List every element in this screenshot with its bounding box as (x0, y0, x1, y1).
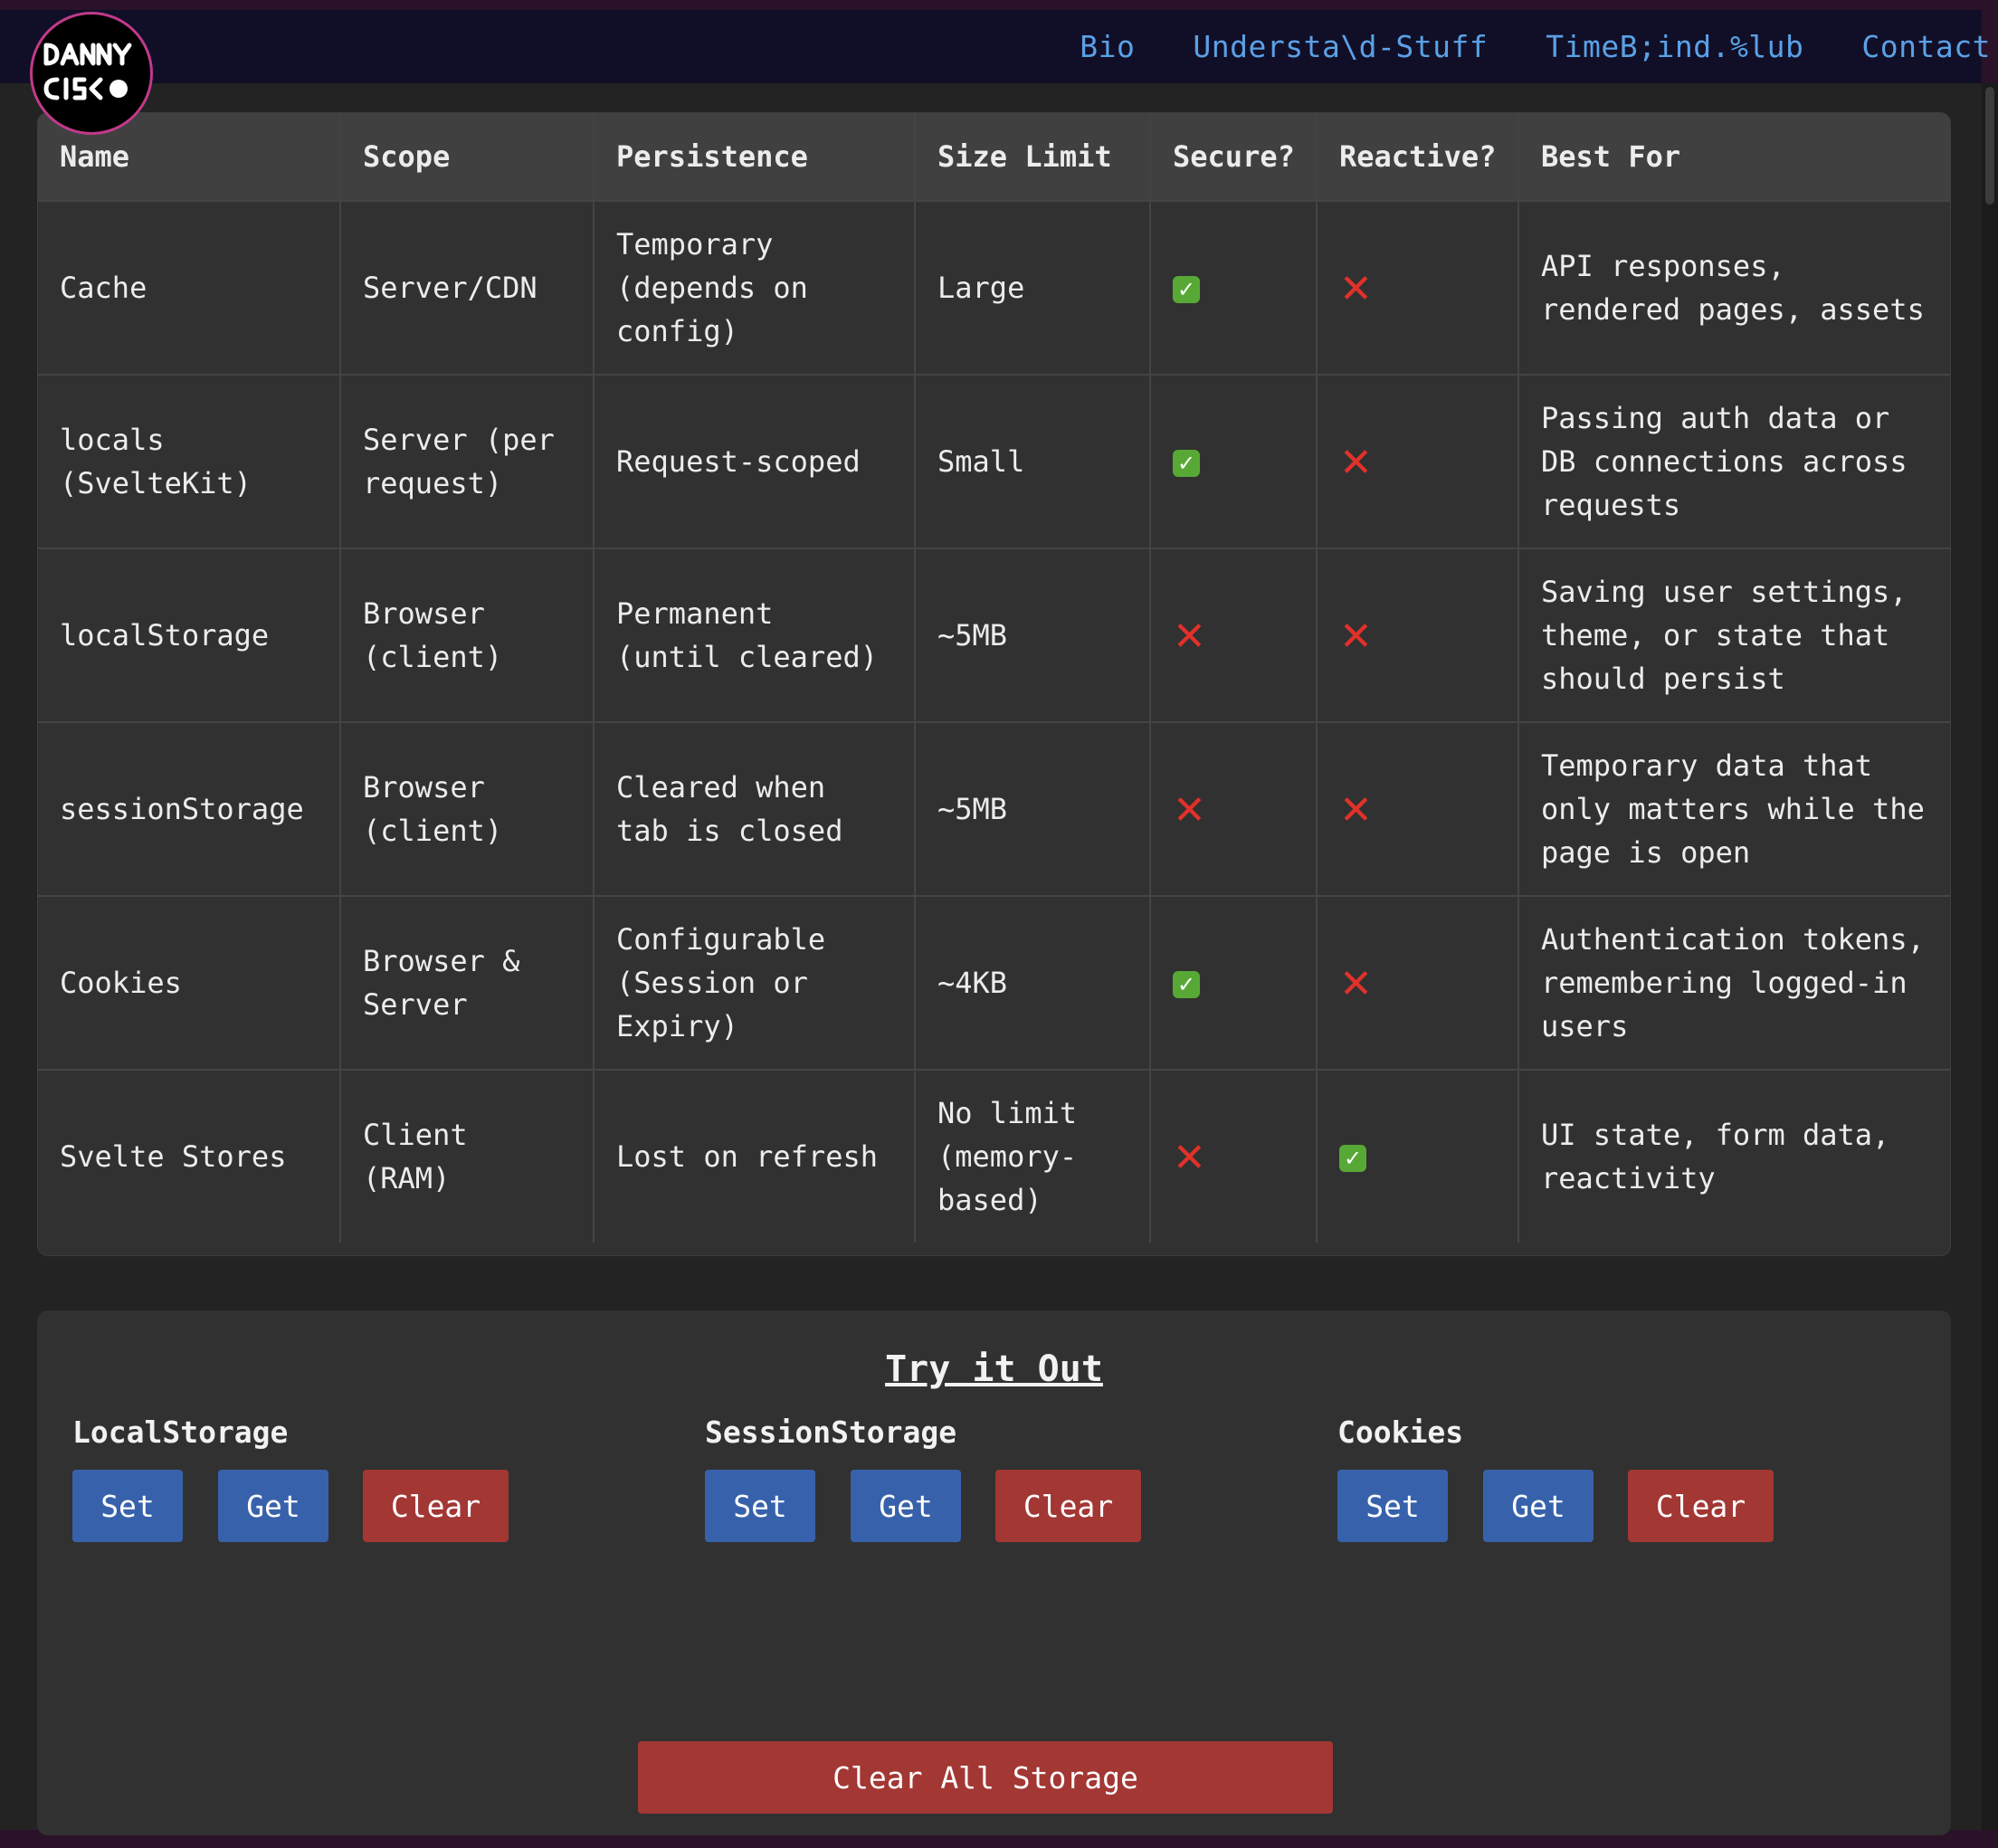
cross-icon: ✕ (1339, 440, 1373, 486)
cookies-set-button[interactable]: Set (1337, 1470, 1448, 1542)
cell-size-limit: ~5MB (914, 548, 1151, 723)
header-best-for: Best For (1518, 113, 1950, 202)
cell-name: Cookies (38, 895, 341, 1071)
nav-link-timebind-club[interactable]: TimeB;ind.%lub (1546, 29, 1803, 64)
nav-link-bio[interactable]: Bio (1080, 29, 1135, 64)
cell-name: Svelte Stores (38, 1069, 341, 1243)
table-row: Cache Server/CDN Temporary (depends on con… (38, 200, 1950, 376)
storage-comparison-table: Name Scope Persistence Size Limit Secure… (37, 112, 1951, 1256)
cell-secure: ✓ (1149, 374, 1318, 549)
localstorage-title: LocalStorage (72, 1415, 289, 1450)
table-row: Cookies Browser & Server Configurable (Ses… (38, 895, 1950, 1071)
check-icon: ✓ (1339, 1145, 1366, 1172)
cell-reactive: ✕ (1316, 374, 1519, 549)
sessionstorage-set-button[interactable]: Set (705, 1470, 815, 1542)
check-icon: ✓ (1173, 450, 1200, 477)
sessionstorage-get-button[interactable]: Get (851, 1470, 961, 1542)
cell-name: localStorage (38, 548, 341, 723)
cell-scope: Server/CDN (339, 200, 595, 376)
cell-reactive: ✕ (1316, 548, 1519, 723)
cell-secure: ✕ (1149, 721, 1318, 897)
cell-reactive: ✕ (1316, 895, 1519, 1071)
cell-scope: Browser & Server (339, 895, 595, 1071)
header-scope: Scope (339, 113, 595, 202)
cell-size-limit: No limit (memory-based) (914, 1069, 1151, 1243)
cookies-title: Cookies (1337, 1415, 1464, 1450)
localstorage-get-button[interactable]: Get (218, 1470, 328, 1542)
cross-icon: ✕ (1339, 266, 1373, 312)
cell-secure: ✕ (1149, 1069, 1318, 1243)
sessionstorage-clear-button[interactable]: Clear (995, 1470, 1141, 1542)
cell-scope: Browser (client) (339, 721, 595, 897)
cell-best-for: API responses, rendered pages, assets (1518, 200, 1950, 376)
nav-link-understand-stuff[interactable]: Understa\d-Stuff (1193, 29, 1488, 64)
cell-persistence: Lost on refresh (593, 1069, 916, 1243)
cell-size-limit: ~5MB (914, 721, 1151, 897)
cross-icon: ✕ (1173, 787, 1206, 834)
table-header-row: Name Scope Persistence Size Limit Secure… (38, 113, 1950, 202)
cell-size-limit: Small (914, 374, 1151, 549)
cell-name: sessionStorage (38, 721, 341, 897)
table-row: Svelte Stores Client (RAM) Lost on refresh… (38, 1069, 1950, 1243)
cell-best-for: Temporary data that only matters while t… (1518, 721, 1950, 897)
header-persistence: Persistence (593, 113, 916, 202)
cell-best-for: Passing auth data or DB connections acro… (1518, 374, 1950, 549)
cookies-get-button[interactable]: Get (1483, 1470, 1594, 1542)
cell-best-for: Saving user settings, theme, or state th… (1518, 548, 1950, 723)
cell-persistence: Cleared when tab is closed (593, 721, 916, 897)
cross-icon: ✕ (1339, 787, 1373, 834)
cell-scope: Browser (client) (339, 548, 595, 723)
cell-secure: ✓ (1149, 200, 1318, 376)
cross-icon: ✕ (1173, 614, 1206, 660)
cell-best-for: Authentication tokens, remembering logge… (1518, 895, 1950, 1071)
cell-persistence: Request-scoped (593, 374, 916, 549)
cell-scope: Client (RAM) (339, 1069, 595, 1243)
cell-persistence: Configurable (Session or Expiry) (593, 895, 916, 1071)
localstorage-clear-button[interactable]: Clear (363, 1470, 509, 1542)
cell-reactive: ✕ (1316, 200, 1519, 376)
cell-size-limit: Large (914, 200, 1151, 376)
logo-wordmark (43, 43, 132, 100)
cookies-clear-button[interactable]: Clear (1628, 1470, 1774, 1542)
scrollbar[interactable] (1982, 83, 1998, 1830)
cell-name: Cache (38, 200, 341, 376)
header-reactive: Reactive? (1316, 113, 1519, 202)
cell-persistence: Permanent (until cleared) (593, 548, 916, 723)
cross-icon: ✕ (1173, 1135, 1206, 1181)
cell-name: locals (SvelteKit) (38, 374, 341, 549)
cell-persistence: Temporary (depends on config) (593, 200, 916, 376)
table-row: sessionStorage Browser (client) Cleared wh… (38, 721, 1950, 897)
nav-links: Bio Understa\d-Stuff TimeB;ind.%lub Cont… (1022, 10, 1991, 83)
clear-all-storage-button[interactable]: Clear All Storage (638, 1741, 1333, 1814)
sessionstorage-title: SessionStorage (705, 1415, 957, 1450)
cell-secure: ✓ (1149, 895, 1318, 1071)
site-logo[interactable] (30, 12, 153, 135)
cell-reactive: ✕ (1316, 721, 1519, 897)
cell-scope: Server (per request) (339, 374, 595, 549)
window-frame-top (0, 0, 1998, 10)
cell-reactive: ✓ (1316, 1069, 1519, 1243)
try-it-out-title: Try it Out (885, 1348, 1103, 1390)
cross-icon: ✕ (1339, 614, 1373, 660)
cross-icon: ✕ (1339, 961, 1373, 1007)
scrollbar-thumb[interactable] (1985, 87, 1994, 205)
nav-link-contact[interactable]: Contact (1861, 29, 1991, 64)
table-row: localStorage Browser (client) Permanent (u… (38, 548, 1950, 723)
table-row: locals (SvelteKit) Server (per request) Re… (38, 374, 1950, 549)
header-secure: Secure? (1149, 113, 1318, 202)
header-size-limit: Size Limit (914, 113, 1151, 202)
check-icon: ✓ (1173, 971, 1200, 998)
cell-best-for: UI state, form data, reactivity (1518, 1069, 1950, 1243)
cell-size-limit: ~4KB (914, 895, 1151, 1071)
localstorage-set-button[interactable]: Set (72, 1470, 183, 1542)
cell-secure: ✕ (1149, 548, 1318, 723)
check-icon: ✓ (1173, 276, 1200, 303)
